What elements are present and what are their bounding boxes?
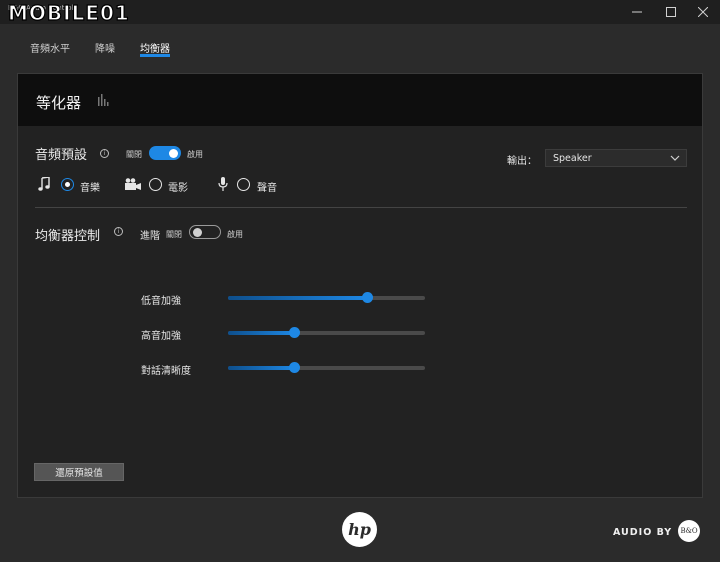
tab-noise-reduction[interactable]: 降噪 — [95, 40, 115, 55]
chevron-down-icon — [670, 155, 680, 161]
maximize-button[interactable] — [654, 0, 688, 24]
preset-toggle[interactable] — [149, 146, 181, 160]
slider-thumb[interactable] — [289, 327, 301, 338]
preset-option-music: 音樂 — [80, 183, 100, 194]
video-camera-icon — [125, 178, 141, 190]
slider-thumb[interactable] — [289, 362, 301, 373]
eq-on-label: 啟用 — [227, 230, 243, 239]
bass-boost-slider[interactable] — [228, 292, 425, 303]
minimize-icon — [632, 11, 642, 13]
slider-label-bass: 低音加強 — [141, 296, 181, 307]
watermark-logo: MOBILE01 — [7, 0, 130, 25]
hp-logo-text: hp — [348, 520, 371, 539]
panel-header: 等化器 — [18, 74, 702, 126]
section-divider — [35, 207, 687, 208]
equalizer-panel: 等化器 音頻預設 i 關閉 啟用 輸出： Speaker 音樂 電影 聲音 均衡… — [17, 73, 703, 498]
music-note-icon — [38, 177, 50, 191]
dialogue-clarity-slider[interactable] — [228, 362, 425, 373]
maximize-icon — [666, 7, 676, 17]
advanced-label: 進階 — [140, 231, 160, 242]
slider-thumb[interactable] — [362, 292, 374, 303]
eq-off-label: 關閉 — [166, 230, 182, 239]
active-tab-indicator — [140, 54, 170, 57]
output-value: Speaker — [553, 153, 592, 164]
minimize-button[interactable] — [620, 0, 654, 24]
preset-option-voice: 聲音 — [257, 183, 277, 194]
treble-boost-slider[interactable] — [228, 327, 425, 338]
title-bar: B&O Audio Control MOBILE01 — [0, 0, 720, 26]
preset-info-icon[interactable]: i — [100, 149, 109, 158]
tab-equalizer[interactable]: 均衡器 — [140, 40, 170, 55]
output-select[interactable]: Speaker — [545, 149, 687, 167]
close-button[interactable] — [686, 0, 720, 24]
preset-radio-music[interactable] — [61, 178, 74, 191]
preset-radio-movie[interactable] — [149, 178, 162, 191]
preset-title: 音頻預設 — [35, 148, 88, 163]
panel-title: 等化器 — [36, 94, 82, 112]
close-icon — [698, 7, 708, 17]
audio-by-label: AUDIO BY — [613, 527, 673, 538]
output-label: 輸出： — [507, 156, 537, 167]
preset-option-movie: 電影 — [168, 183, 188, 194]
slider-label-dialogue: 對話清晰度 — [141, 366, 191, 377]
tab-audio-level[interactable]: 音頻水平 — [30, 40, 70, 55]
microphone-icon — [218, 177, 228, 191]
eq-control-info-icon[interactable]: i — [114, 227, 123, 236]
slider-label-treble: 高音加強 — [141, 331, 181, 342]
hp-logo: hp — [342, 512, 377, 547]
bo-logo: B&O — [678, 520, 700, 542]
preset-radio-voice[interactable] — [237, 178, 250, 191]
bo-logo-text: B&O — [680, 526, 698, 535]
equalizer-bars-icon — [98, 94, 109, 106]
eq-control-title: 均衡器控制 — [35, 229, 101, 244]
preset-off-label: 關閉 — [126, 150, 142, 159]
advanced-toggle[interactable] — [189, 225, 221, 239]
reset-defaults-button[interactable]: 還原預設值 — [34, 463, 124, 481]
tab-bar: 音頻水平 降噪 均衡器 — [0, 24, 720, 72]
preset-on-label: 啟用 — [187, 150, 203, 159]
